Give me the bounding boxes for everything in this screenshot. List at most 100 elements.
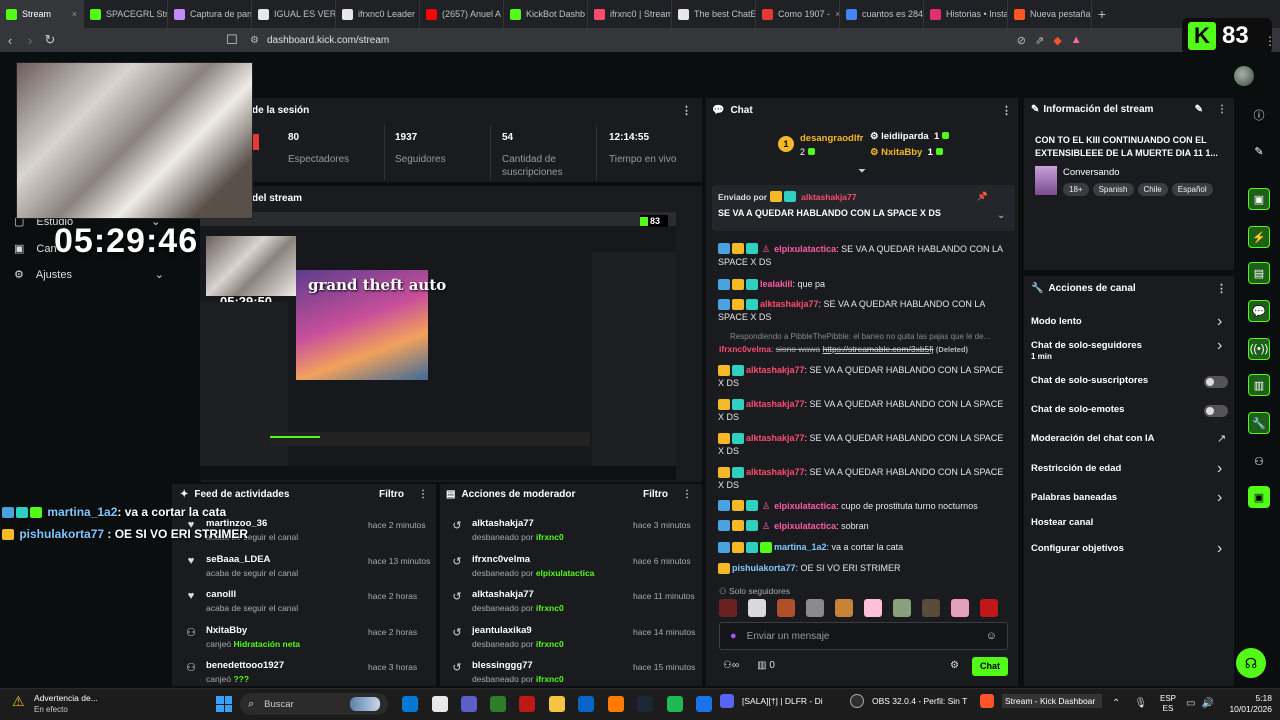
leaderboard-user[interactable]: desangraodlfr [800,133,863,144]
browser-tab[interactable]: Historias • Insta× [924,0,1008,28]
language-indicator[interactable]: ESP ES [1160,694,1176,714]
browser-tab[interactable]: (2657) Anuel A× [420,0,504,28]
toggle-switch[interactable] [1204,376,1228,388]
channel-actions-menu-icon[interactable]: ⋮ [1216,282,1227,295]
close-icon[interactable]: × [72,9,77,19]
taskbar-app-browser[interactable]: Stream - Kick Dashboar [1002,694,1102,708]
chat-username[interactable]: alktashakja77 [746,433,805,443]
new-tab-button[interactable]: + [1092,6,1112,22]
toggle-switch[interactable] [1204,405,1228,417]
pin-icon[interactable]: 📌 [977,191,988,202]
pencil-icon[interactable]: ✎ [1248,140,1270,162]
send-chat-button[interactable]: Chat [972,657,1008,676]
chat-username[interactable]: alktashakja77 [746,365,805,375]
leaderboard-user[interactable]: ⚙ NxitaBby 1 [870,147,943,158]
taskbar-search[interactable]: ⌕ Buscar [240,693,388,715]
browser-tab[interactable]: cuantos es 284× [840,0,924,28]
emote-icon[interactable] [922,599,940,617]
tag-chip[interactable]: Chile [1137,183,1168,196]
channel-action-label[interactable]: Hostear canal [1031,517,1093,528]
file-explorer-icon[interactable] [549,696,565,712]
spotify-icon[interactable] [667,696,683,712]
channel-action-label[interactable]: Configurar objetivos [1031,543,1124,554]
tag-chip[interactable]: 18+ [1063,183,1089,196]
chat-username[interactable]: martina_1a2 [774,542,827,552]
browser-tab[interactable]: Captura de pan× [168,0,252,28]
browser-tab[interactable]: SPACEGRL Stre× [84,0,168,28]
share-icon[interactable]: ⇗ [1035,34,1044,47]
windows-start-icon[interactable] [216,696,232,712]
brave-shield-icon[interactable]: ◆ [1053,34,1061,47]
sidebar-item-channel[interactable]: ▣ Can [14,242,57,256]
feed-filter-button[interactable]: Filtro [379,489,404,500]
url-field[interactable]: dashboard.kick.com/stream [267,35,389,46]
taskbar-app-discord[interactable]: [SALA][†] | DLFR - Di [742,696,842,706]
rail-bolt-icon[interactable]: ⚡ [1248,226,1270,248]
channel-action-label[interactable]: Restricción de edad [1031,463,1121,474]
avatar[interactable] [1234,66,1254,86]
chrome-icon[interactable] [696,696,712,712]
chat-username[interactable]: pishulakorta77 [732,563,796,573]
edit-button-icon[interactable]: ✎ [1195,104,1203,115]
feed-menu-icon[interactable]: ⋮ [418,489,428,500]
emote-icon[interactable] [806,599,824,617]
chat-username[interactable]: elpixulatactica [774,501,836,511]
chat-username[interactable]: lealakill [760,279,793,289]
site-info-icon[interactable]: ⚙ [250,35,259,46]
channel-action-label[interactable]: Moderación del chat con IA [1031,433,1155,444]
obs-icon[interactable] [850,694,864,708]
chevron-right-icon[interactable]: › [1217,337,1222,355]
tag-chip[interactable]: Español [1171,183,1213,196]
moderator-filter-button[interactable]: Filtro [643,489,668,500]
emoji-icon[interactable]: ☺ [986,630,997,642]
eye-off-icon[interactable]: ⊘ [1017,34,1026,47]
browser-tab[interactable]: IGUAL ES VERD× [252,0,336,28]
channel-action-label[interactable]: Modo lento [1031,316,1082,327]
gift-sub-button[interactable]: ▥ 0 [757,660,775,671]
emote-picker-icon[interactable]: ● [730,630,737,642]
bookmark-icon[interactable]: ☐ [222,32,242,48]
browser-tab[interactable]: Stream × [0,0,84,28]
mic-icon[interactable]: 🎙 [1134,698,1147,709]
reply-user[interactable]: ifrxnc0velma [719,344,771,354]
deleted-link[interactable]: https://streamable.com/3xb5fj [823,344,934,354]
chevron-right-icon[interactable]: › [1217,540,1222,558]
discord-icon[interactable] [720,694,734,708]
emote-icon[interactable] [980,599,998,617]
tray-status[interactable]: ▭ 🔊 [1186,698,1214,709]
valorant-icon[interactable] [519,696,535,712]
chat-menu-icon[interactable]: ⋮ [1001,104,1012,117]
channel-action-label[interactable]: Chat de solo-suscriptores [1031,375,1148,386]
more-menu-icon[interactable]: ⋮ [1264,34,1276,48]
browser-tab[interactable]: Nueva pestaña× [1008,0,1092,28]
stream-info-menu-icon[interactable]: ⋮ [1217,104,1227,115]
browser-tab[interactable]: ifrxnc0 | Stream× [588,0,672,28]
chat-input[interactable]: ● Enviar un mensaje ☺ [719,622,1008,650]
rail-broadcast-icon[interactable]: ((•)) [1248,338,1270,360]
forward-icon[interactable]: › [20,33,40,48]
chat-username[interactable]: elpixulatactica [774,244,836,254]
rail-chat-icon[interactable]: ▤ [1248,262,1270,284]
teams-icon[interactable] [461,696,477,712]
chat-username[interactable]: alktashakja77 [760,299,819,309]
browser-tab[interactable]: KickBot Dashb× [504,0,588,28]
rail-list-icon[interactable]: ▥ [1248,374,1270,396]
stream-preview[interactable]: 83 05:29:50 [200,212,676,480]
warning-title[interactable]: Advertencia de... [34,693,98,703]
outlook-icon[interactable] [578,696,594,712]
tag-chip[interactable]: Spanish [1092,183,1134,196]
rewards-icon[interactable]: ▲ [1071,34,1082,47]
channel-action-label[interactable]: Chat de solo-seguidores [1031,340,1142,351]
browser-tab[interactable]: The best ChatE× [672,0,756,28]
chevron-right-icon[interactable]: › [1217,313,1222,331]
app-icon[interactable] [608,696,624,712]
brave-icon[interactable] [980,694,994,708]
info-icon[interactable]: ⓘ [1248,104,1270,126]
emote-icon[interactable] [864,599,882,617]
emote-icon[interactable] [893,599,911,617]
emote-icon[interactable] [777,599,795,617]
points-icon[interactable]: ⚇∞ [723,660,739,671]
chat-settings-icon[interactable]: ⚙ [950,660,959,671]
sidebar-item-settings[interactable]: ⚙ Ajustes ⌄ [14,268,164,282]
file-explorer-window-icon[interactable] [432,696,448,712]
